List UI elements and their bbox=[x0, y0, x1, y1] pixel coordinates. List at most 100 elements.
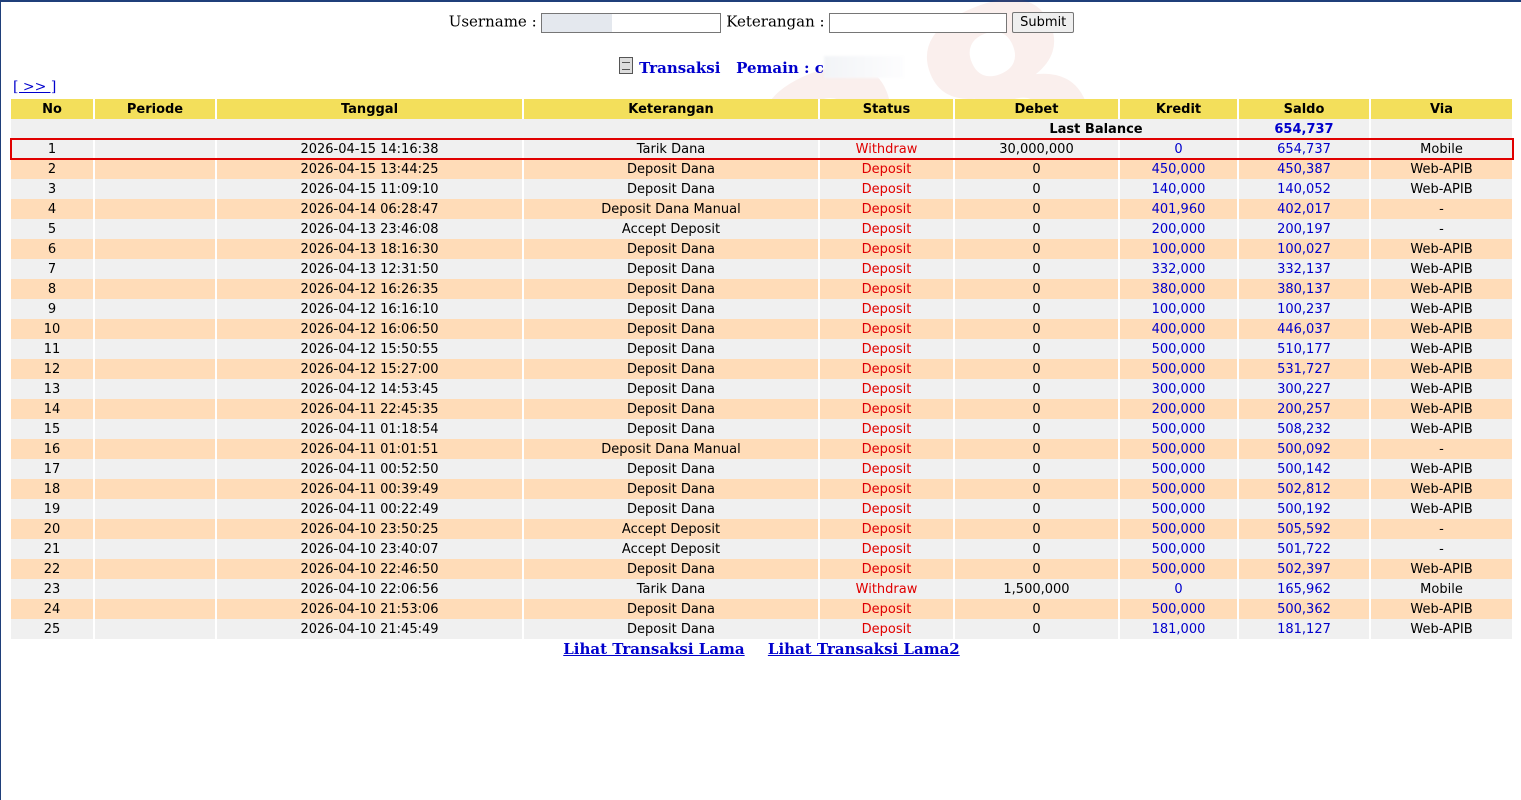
header-keterangan: Keterangan bbox=[523, 99, 820, 119]
cell-debet: 0 bbox=[954, 259, 1120, 279]
cell-kredit: 500,000 bbox=[1119, 419, 1239, 439]
cell-debet: 0 bbox=[954, 279, 1120, 299]
cell-no: 4 bbox=[11, 199, 95, 219]
cell-via: Web-APIB bbox=[1370, 319, 1514, 339]
cell-saldo: 402,017 bbox=[1238, 199, 1371, 219]
transaction-table: No Periode Tanggal Keterangan Status Debet Kre… bbox=[10, 99, 1514, 639]
cell-tanggal: 2026-04-12 15:50:55 bbox=[216, 339, 524, 359]
table-row: 7 2026-04-13 12:31:50 Deposit Dana Deposit 0… bbox=[11, 259, 1514, 279]
cell-keterangan: Deposit Dana bbox=[523, 599, 820, 619]
cell-no: 8 bbox=[11, 279, 95, 299]
table-row-highlighted: 1 2026-04-15 14:16:38 Tarik Dana Withdraw 30… bbox=[10, 138, 1514, 160]
cell-tanggal: 2026-04-13 12:31:50 bbox=[216, 259, 524, 279]
cell-tanggal: 2026-04-12 16:16:10 bbox=[216, 299, 524, 319]
table-header-row: No Periode Tanggal Keterangan Status Debet Kre… bbox=[11, 99, 1514, 119]
last-balance-spacer bbox=[11, 119, 955, 139]
cell-via: Web-APIB bbox=[1370, 259, 1514, 279]
cell-saldo: 508,232 bbox=[1238, 419, 1371, 439]
cell-status: Withdraw bbox=[819, 579, 955, 599]
cell-status: Deposit bbox=[819, 319, 955, 339]
cell-status: Deposit bbox=[819, 559, 955, 579]
cell-keterangan: Accept Deposit bbox=[523, 539, 820, 559]
cell-tanggal: 2026-04-11 22:45:35 bbox=[216, 399, 524, 419]
cell-no: 22 bbox=[11, 559, 95, 579]
table-row: 18 2026-04-11 00:39:49 Deposit Dana Deposit… bbox=[11, 479, 1514, 499]
cell-tanggal: 2026-04-10 23:50:25 bbox=[216, 519, 524, 539]
cell-keterangan: Accept Deposit bbox=[523, 219, 820, 239]
cell-debet: 0 bbox=[954, 199, 1120, 219]
old-transactions-link[interactable]: Lihat Transaksi Lama bbox=[563, 640, 744, 658]
cell-status: Deposit bbox=[819, 299, 955, 319]
cell-saldo: 100,237 bbox=[1238, 299, 1371, 319]
cell-via: Web-APIB bbox=[1370, 479, 1514, 499]
cell-no: 20 bbox=[11, 519, 95, 539]
cell-tanggal: 2026-04-15 14:16:38 bbox=[216, 139, 524, 159]
cell-status: Deposit bbox=[819, 239, 955, 259]
keterangan-label: Keterangan : bbox=[726, 12, 825, 31]
cell-kredit: 500,000 bbox=[1119, 559, 1239, 579]
next-page-link[interactable]: [ >> ] bbox=[13, 79, 56, 95]
submit-button[interactable]: Submit bbox=[1012, 12, 1075, 33]
cell-saldo: 502,397 bbox=[1238, 559, 1371, 579]
cell-tanggal: 2026-04-11 00:52:50 bbox=[216, 459, 524, 479]
cell-tanggal: 2026-04-10 21:53:06 bbox=[216, 599, 524, 619]
cell-keterangan: Deposit Dana bbox=[523, 299, 820, 319]
header-debet: Debet bbox=[954, 99, 1120, 119]
cell-kredit: 0 bbox=[1119, 579, 1239, 599]
cell-status: Deposit bbox=[819, 219, 955, 239]
table-row: 10 2026-04-12 16:06:50 Deposit Dana Deposit… bbox=[11, 319, 1514, 339]
header-periode: Periode bbox=[94, 99, 217, 119]
cell-kredit: 500,000 bbox=[1119, 459, 1239, 479]
redacted-username bbox=[823, 56, 904, 78]
cell-saldo: 446,037 bbox=[1238, 319, 1371, 339]
cell-no: 11 bbox=[11, 339, 95, 359]
cell-status: Deposit bbox=[819, 459, 955, 479]
cell-tanggal: 2026-04-11 00:39:49 bbox=[216, 479, 524, 499]
cell-keterangan: Deposit Dana Manual bbox=[523, 199, 820, 219]
cell-via: Mobile bbox=[1370, 139, 1514, 159]
table-row: 23 2026-04-10 22:06:56 Tarik Dana Withdraw 1… bbox=[11, 579, 1514, 599]
cell-status: Deposit bbox=[819, 159, 955, 179]
cell-keterangan: Deposit Dana bbox=[523, 559, 820, 579]
cell-kredit: 500,000 bbox=[1119, 439, 1239, 459]
cell-debet: 0 bbox=[954, 599, 1120, 619]
cell-keterangan: Deposit Dana bbox=[523, 419, 820, 439]
header-status: Status bbox=[819, 99, 955, 119]
cell-tanggal: 2026-04-13 18:16:30 bbox=[216, 239, 524, 259]
cell-keterangan: Deposit Dana Manual bbox=[523, 439, 820, 459]
cell-periode bbox=[94, 459, 217, 479]
table-row: 5 2026-04-13 23:46:08 Accept Deposit Deposi… bbox=[11, 219, 1514, 239]
table-row: 3 2026-04-15 11:09:10 Deposit Dana Deposit 0… bbox=[11, 179, 1514, 199]
cell-status: Deposit bbox=[819, 179, 955, 199]
cell-via: Web-APIB bbox=[1370, 459, 1514, 479]
cell-tanggal: 2026-04-11 00:22:49 bbox=[216, 499, 524, 519]
table-row: 6 2026-04-13 18:16:30 Deposit Dana Deposit 0… bbox=[11, 239, 1514, 259]
cell-keterangan: Deposit Dana bbox=[523, 499, 820, 519]
cell-periode bbox=[94, 619, 217, 639]
cell-keterangan: Deposit Dana bbox=[523, 319, 820, 339]
cell-saldo: 500,092 bbox=[1238, 439, 1371, 459]
cell-via: Web-APIB bbox=[1370, 499, 1514, 519]
cell-saldo: 500,362 bbox=[1238, 599, 1371, 619]
table-row: 15 2026-04-11 01:18:54 Deposit Dana Deposit… bbox=[11, 419, 1514, 439]
header-saldo: Saldo bbox=[1238, 99, 1371, 119]
cell-keterangan: Deposit Dana bbox=[523, 239, 820, 259]
cell-status: Deposit bbox=[819, 259, 955, 279]
keterangan-input[interactable] bbox=[829, 12, 1008, 33]
cell-no: 1 bbox=[11, 139, 95, 159]
cell-periode bbox=[94, 279, 217, 299]
cell-status: Deposit bbox=[819, 419, 955, 439]
cell-via: Web-APIB bbox=[1370, 339, 1514, 359]
cell-debet: 0 bbox=[954, 219, 1120, 239]
table-row: 2 2026-04-15 13:44:25 Deposit Dana Deposit 0… bbox=[11, 159, 1514, 179]
cell-via: Web-APIB bbox=[1370, 379, 1514, 399]
cell-saldo: 501,722 bbox=[1238, 539, 1371, 559]
cell-via: Web-APIB bbox=[1370, 419, 1514, 439]
cell-saldo: 531,727 bbox=[1238, 359, 1371, 379]
old-transactions-link-2[interactable]: Lihat Transaksi Lama2 bbox=[768, 640, 960, 658]
cell-via: - bbox=[1370, 219, 1514, 239]
page-title: Transaksi Pemain : c bbox=[1, 56, 1521, 78]
cell-periode bbox=[94, 379, 217, 399]
cell-debet: 0 bbox=[954, 359, 1120, 379]
username-input[interactable] bbox=[541, 12, 722, 33]
